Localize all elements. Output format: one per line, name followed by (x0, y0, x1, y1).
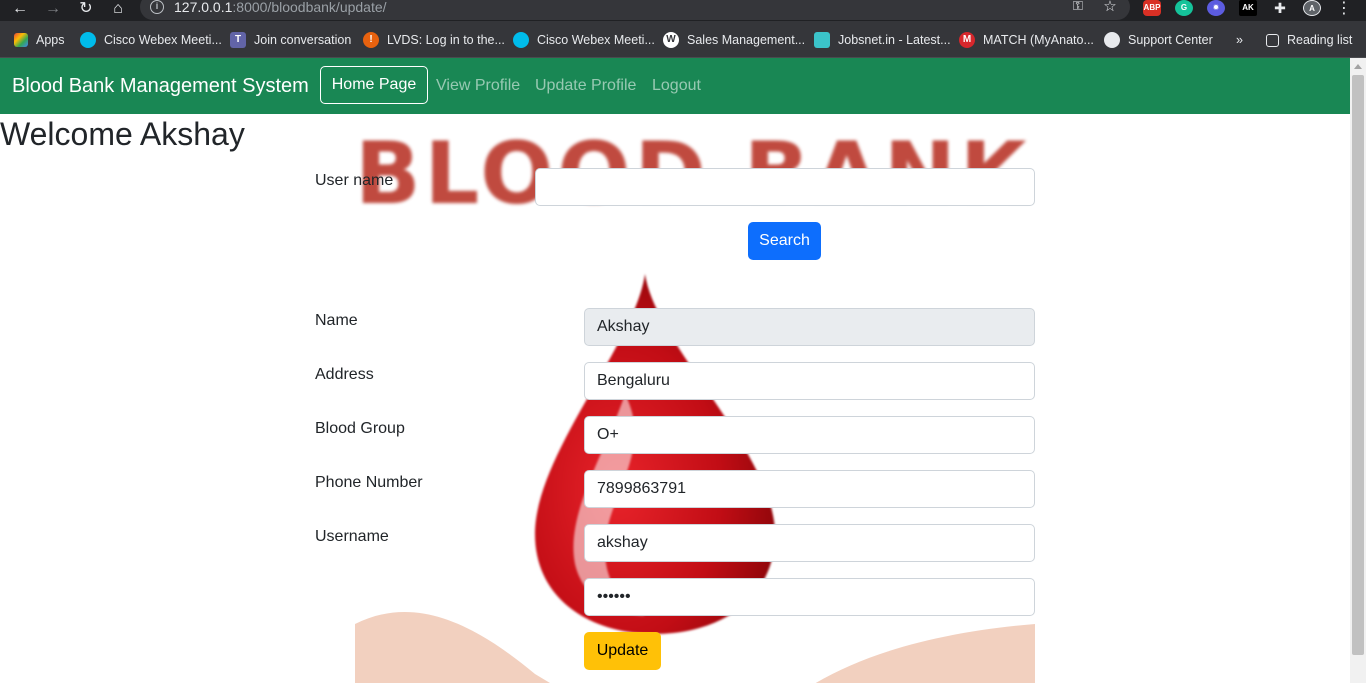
nav-home-button[interactable]: Home Page (320, 66, 428, 104)
key-icon[interactable]: ⚿ (1068, 0, 1088, 14)
home-icon[interactable]: ⌂ (108, 0, 128, 17)
nav-logout[interactable]: Logout (652, 77, 701, 95)
username-field[interactable]: akshay (584, 524, 1035, 562)
phone-number-label: Phone Number (315, 474, 423, 491)
adblock-extension-icon[interactable]: ABP (1143, 0, 1161, 16)
menu-kebab-icon[interactable]: ⋮ (1334, 0, 1354, 17)
bookmark-label: Join conversation (254, 33, 352, 47)
address-field[interactable]: Bengaluru (584, 362, 1035, 400)
bookmark-lvds[interactable]: ! LVDS: Log in to the... (363, 31, 505, 49)
jobsnet-icon (814, 32, 830, 48)
bookmark-cisco-webex-2[interactable]: Cisco Webex Meeti... (513, 31, 655, 49)
blood-group-field[interactable]: O+ (584, 416, 1035, 454)
bookmark-cisco-webex-1[interactable]: Cisco Webex Meeti... (80, 31, 222, 49)
nav-update-profile[interactable]: Update Profile (535, 77, 636, 95)
ak-extension-icon[interactable]: AK (1239, 0, 1257, 16)
bookmark-label: Jobsnet.in - Latest... (838, 33, 951, 47)
lvds-icon: ! (363, 32, 379, 48)
bookmark-apps[interactable]: Apps (14, 31, 65, 49)
bookmark-label: Support Center (1128, 33, 1213, 47)
password-field[interactable]: •••••• (584, 578, 1035, 616)
phone-number-field[interactable]: 7899863791 (584, 470, 1035, 508)
nav-view-profile[interactable]: View Profile (436, 77, 520, 95)
blood-group-label: Blood Group (315, 420, 405, 437)
site-info-icon[interactable]: i (150, 0, 164, 14)
browser-toolbar: ← → ↻ ⌂ i 127.0.0.1:8000/bloodbank/updat… (0, 0, 1366, 21)
grammarly-extension-icon[interactable]: G (1175, 0, 1193, 16)
reload-icon[interactable]: ↻ (76, 0, 96, 17)
bookmarks-overflow-button[interactable]: » (1236, 31, 1243, 49)
page-scrollbar[interactable] (1350, 58, 1366, 683)
address-bar[interactable]: i 127.0.0.1:8000/bloodbank/update/ ⚿ ☆ (140, 0, 1130, 20)
webex-icon (513, 32, 529, 48)
address-label: Address (315, 366, 374, 383)
match-icon: M (959, 32, 975, 48)
profile-avatar-icon[interactable]: A (1303, 0, 1321, 16)
apps-grid-icon (14, 33, 28, 47)
webex-icon (80, 32, 96, 48)
bookmark-label: Cisco Webex Meeti... (104, 33, 222, 47)
back-icon[interactable]: ← (10, 0, 30, 17)
teams-icon: T (230, 32, 246, 48)
reading-list-button[interactable]: Reading list (1266, 31, 1352, 49)
bookmark-join-conversation[interactable]: T Join conversation (230, 31, 351, 49)
extensions-puzzle-icon[interactable]: ✚ (1270, 0, 1290, 17)
forward-icon[interactable]: → (43, 0, 63, 17)
bookmark-label: MATCH (MyAnato... (983, 33, 1094, 47)
bookmark-label: Apps (36, 33, 65, 47)
bookmark-jobsnet[interactable]: Jobsnet.in - Latest... (814, 31, 951, 49)
chevron-double-right-icon: » (1236, 33, 1243, 47)
reading-list-icon (1266, 33, 1279, 47)
reading-list-label: Reading list (1287, 33, 1353, 47)
gear-extension-icon[interactable]: ✹ (1207, 0, 1225, 16)
username-search-label: User name (315, 172, 394, 189)
url-text: 127.0.0.1:8000/bloodbank/update/ (174, 0, 387, 15)
wordpress-icon: W (663, 32, 679, 48)
name-field: Akshay (584, 308, 1035, 346)
bookmarks-bar: Apps Cisco Webex Meeti... T Join convers… (0, 21, 1366, 58)
bookmark-match[interactable]: M MATCH (MyAnato... (959, 31, 1094, 49)
username-search-input[interactable] (535, 168, 1035, 206)
scroll-up-arrow-icon[interactable] (1354, 64, 1362, 69)
navbar-brand[interactable]: Blood Bank Management System (12, 75, 309, 98)
bookmark-support-center[interactable]: Support Center (1104, 31, 1213, 49)
bookmark-sales-management[interactable]: W Sales Management... (663, 31, 805, 49)
globe-icon (1104, 32, 1120, 48)
update-button[interactable]: Update (584, 632, 661, 670)
welcome-heading: Welcome Akshay (0, 116, 245, 152)
bookmark-label: Sales Management... (687, 33, 806, 47)
search-button[interactable]: Search (748, 222, 821, 260)
navbar: Blood Bank Management System Home Page V… (0, 58, 1350, 114)
bookmark-label: LVDS: Log in to the... (387, 33, 505, 47)
name-label: Name (315, 312, 358, 329)
scrollbar-thumb[interactable] (1352, 75, 1364, 655)
username-label: Username (315, 528, 389, 545)
bookmark-label: Cisco Webex Meeti... (537, 33, 655, 47)
bookmark-star-icon[interactable]: ☆ (1100, 0, 1120, 15)
